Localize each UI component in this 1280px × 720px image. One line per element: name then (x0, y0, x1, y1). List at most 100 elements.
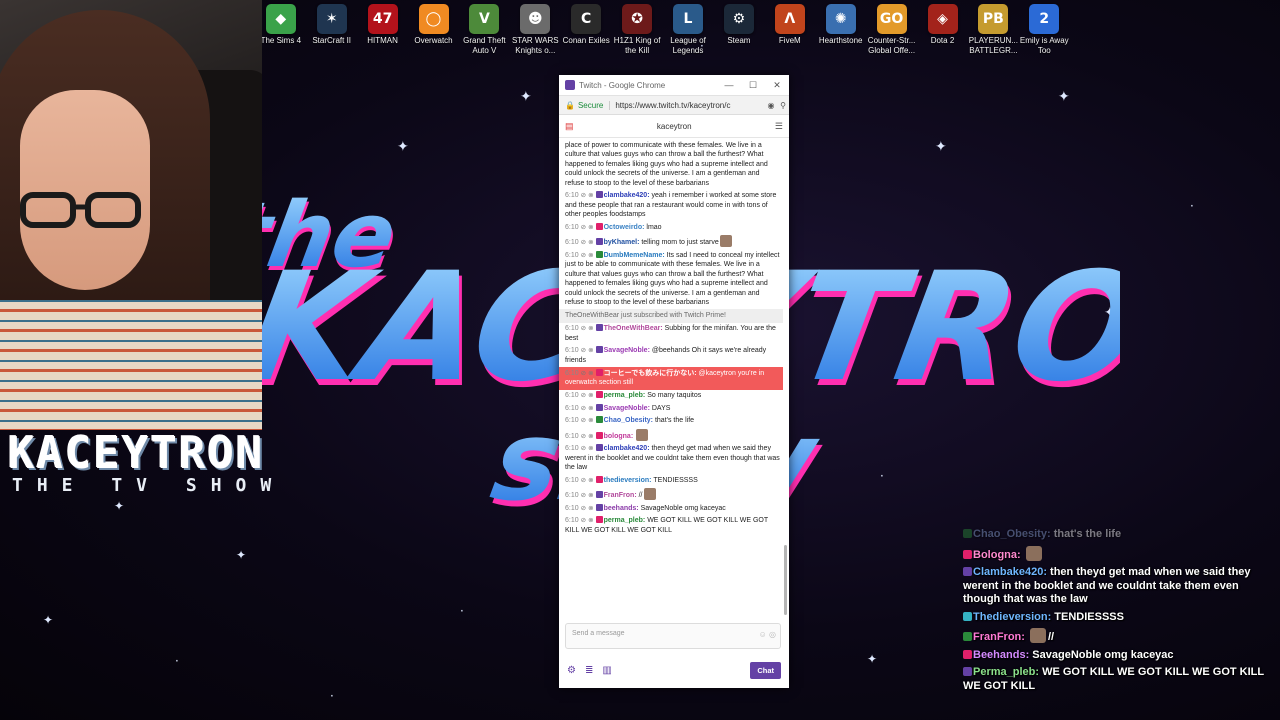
overlay-logo-title: KACEYTRON (8, 428, 265, 479)
hearthstone-icon: ✺ (825, 4, 856, 34)
mod-action-icon[interactable]: ⊘ ⊗ (581, 504, 596, 512)
mod-action-icon[interactable]: ⊘ ⊗ (581, 369, 596, 377)
desktop-shortcut[interactable]: ✺ Hearthstone (814, 4, 868, 46)
desktop-shortcut[interactable]: 2 Emily is Away Too (1017, 4, 1071, 56)
mod-action-icon[interactable]: ⊘ ⊗ (581, 324, 596, 332)
star-decoration: ✦ (1104, 305, 1116, 321)
emily-icon: 2 (1029, 4, 1060, 34)
desktop-shortcut[interactable]: L League of Legends (661, 4, 715, 56)
emote-image (636, 428, 649, 441)
star-decoration: · (1190, 199, 1194, 213)
message-username[interactable]: bologna: (604, 433, 636, 440)
star-decoration: ✦ (520, 89, 532, 105)
mod-action-icon[interactable]: ⊘ ⊗ (581, 404, 596, 412)
chat-message: 6:10 ⊘ ⊗ DumbMemeName: Its sad I need to… (565, 249, 780, 309)
user-badge-icon (595, 346, 603, 353)
desktop-shortcut-label: Steam (727, 36, 751, 45)
close-icon[interactable]: ✕ (765, 80, 789, 91)
message-timestamp: 6:10 (565, 251, 581, 259)
message-username[interactable]: clambake420: (604, 445, 652, 452)
mod-action-icon[interactable]: ⊘ ⊗ (581, 516, 596, 524)
message-username[interactable]: clambake420: (604, 192, 652, 199)
message-username[interactable]: beehands: (604, 505, 641, 512)
message-text: TENDIESSSS (653, 476, 698, 484)
chat-input[interactable]: Send a message ☺ ◎ (565, 623, 781, 649)
message-username[interactable]: コーヒーでも飲みに行かない: (604, 370, 699, 377)
message-username[interactable]: FranFron: (604, 492, 639, 499)
desktop-shortcut-label: StarCraft II (312, 36, 352, 45)
mod-action-icon[interactable]: ⊘ ⊗ (581, 491, 596, 499)
desktop-shortcut[interactable]: 47 HITMAN (356, 4, 410, 46)
desktop-shortcut[interactable]: GO Counter-Str... Global Offe... (865, 4, 919, 56)
desktop-shortcut[interactable]: ☻ STAR WARS Knights o... (508, 4, 562, 56)
message-username[interactable]: byKhamel: (604, 239, 642, 246)
user-badge-icon (595, 250, 603, 258)
heart-badge-icon (963, 529, 972, 538)
message-text: // (638, 492, 643, 499)
secure-label: Secure (577, 100, 604, 110)
desktop-shortcut[interactable]: C Conan Exiles (559, 4, 613, 46)
minimize-icon[interactable]: — (717, 80, 741, 90)
message-username[interactable]: DumbMemeName: (604, 252, 667, 259)
overlay-logo: KACEYTRON THE TV SHOW (0, 432, 352, 496)
chat-send-button[interactable]: Chat (750, 661, 781, 679)
mod-action-icon[interactable]: ⊘ ⊗ (581, 416, 596, 424)
message-username[interactable]: Chao_Obesity: (604, 417, 655, 424)
emote-picker-icon[interactable]: ☺ ◎ (759, 630, 776, 639)
message-username[interactable]: Octoweirdo: (604, 224, 647, 231)
message-username[interactable]: perma_pleb: (604, 517, 648, 524)
mod-action-icon[interactable]: ⊘ ⊗ (581, 444, 596, 452)
mod-action-icon[interactable]: ⊘ ⊗ (581, 191, 596, 199)
bits-icon[interactable]: ▥ (602, 665, 611, 676)
user-badge-icon (595, 391, 603, 398)
window-titlebar[interactable]: Twitch - Google Chrome — ☐ ✕ (559, 75, 789, 96)
message-username[interactable]: SavageNoble: (604, 405, 652, 412)
desktop-shortcut[interactable]: ✶ StarCraft II (305, 4, 359, 46)
overlay-chat-message: Thedieversion: TENDIESSSS (963, 611, 1277, 625)
overlay-chat-username: Chao_Obesity: (973, 528, 1054, 540)
subscription-notice: TheOneWithBear just subscribed with Twit… (559, 309, 783, 323)
extension-icon[interactable]: ◉ (765, 101, 777, 110)
settings-icon[interactable]: ⚙ (567, 665, 576, 676)
star-decoration: ✦ (114, 499, 125, 513)
csgo-icon: GO (876, 4, 907, 34)
desktop-shortcut[interactable]: ✪ H1Z1 King of the Kill (610, 4, 664, 56)
message-username[interactable]: thedieversion: (604, 477, 654, 484)
message-timestamp: 6:10 (565, 517, 581, 524)
message-username[interactable]: SavageNoble: (604, 347, 652, 354)
desktop-shortcut-label: Grand Theft Auto V (463, 36, 506, 55)
mod-action-icon[interactable]: ⊘ ⊗ (581, 432, 596, 440)
chat-scrollbar[interactable] (784, 545, 787, 615)
desktop-shortcut[interactable]: ⚙ Steam (712, 4, 766, 46)
search-icon[interactable]: ⚲ (777, 101, 789, 110)
desktop-shortcut[interactable]: ◯ Overwatch (407, 4, 461, 46)
message-username[interactable]: TheOneWithBear: (604, 325, 665, 332)
window-title: Twitch - Google Chrome (579, 80, 666, 90)
mod-action-icon[interactable]: ⊘ ⊗ (581, 346, 596, 354)
desktop-shortcut[interactable]: V Grand Theft Auto V (457, 4, 511, 56)
mod-action-icon[interactable]: ⊘ ⊗ (581, 251, 596, 259)
glasses-graphic (20, 192, 141, 228)
chat-message: 6:10 ⊘ ⊗ clambake420: then theyd get mad… (565, 443, 780, 475)
webcam-feed (0, 0, 262, 430)
collapse-icon[interactable]: ▤ (565, 121, 574, 132)
address-bar[interactable]: 🔒 Secure https://www.twitch.tv/kaceytron… (559, 96, 789, 115)
user-badge-icon (595, 324, 603, 331)
conan-icon: C (571, 4, 602, 34)
maximize-icon[interactable]: ☐ (741, 80, 765, 91)
desktop-shortcut-label: Dota 2 (930, 36, 955, 45)
desktop-shortcut[interactable]: ◈ Dota 2 (916, 4, 970, 46)
message-text: TheOneWithBear just subscribed with Twit… (565, 312, 726, 319)
message-username[interactable]: perma_pleb: (604, 392, 648, 399)
url-field[interactable]: https://www.twitch.tv/kaceytron/c (609, 100, 765, 110)
mod-action-icon[interactable]: ⊘ ⊗ (581, 238, 596, 246)
mod-action-icon[interactable]: ⊘ ⊗ (581, 223, 596, 231)
mod-action-icon[interactable]: ⊘ ⊗ (581, 476, 596, 484)
emote-image (719, 235, 732, 247)
desktop-shortcut[interactable]: Λ FiveM (763, 4, 817, 46)
viewer-list-icon[interactable]: ≣ (585, 665, 593, 676)
users-icon[interactable]: ☰ (775, 121, 783, 132)
mod-action-icon[interactable]: ⊘ ⊗ (581, 391, 596, 399)
overlay-chat-message: Perma_pleb: WE GOT KILL WE GOT KILL WE G… (963, 666, 1277, 693)
desktop-shortcut[interactable]: PB PLAYERUN... BATTLEGR... (966, 4, 1020, 56)
